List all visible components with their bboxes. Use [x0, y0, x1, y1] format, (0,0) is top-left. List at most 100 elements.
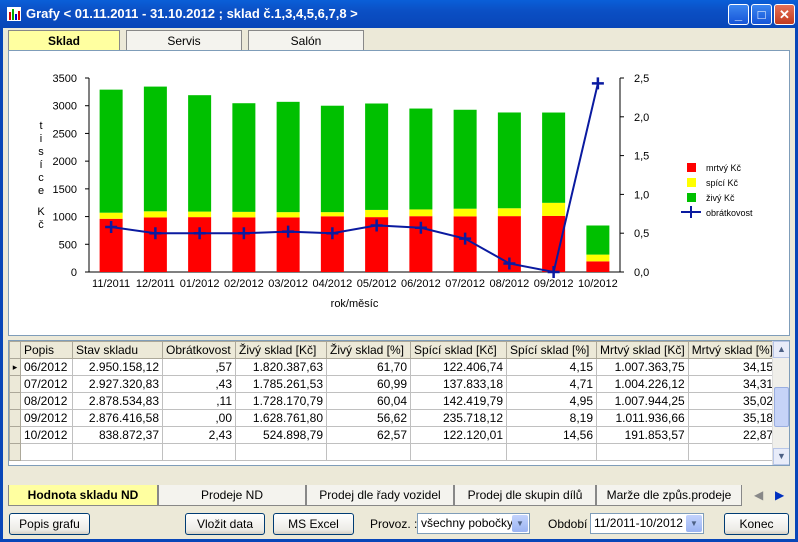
table-cell[interactable]: 137.833,18	[410, 375, 507, 393]
table-cell[interactable]: 191.853,57	[596, 426, 689, 444]
tab-hodnota-skladu[interactable]: Hodnota skladu ND	[8, 485, 158, 506]
ms-excel-button[interactable]: MS Excel	[273, 513, 354, 535]
table-row[interactable]: ▸ 06/2012 2.950.158,12,57 1.820.387,63 61,70…	[9, 358, 778, 376]
table-cell[interactable]: ,43	[162, 375, 236, 393]
table-cell[interactable]	[506, 443, 597, 461]
table-row-empty[interactable]	[9, 443, 778, 461]
table-cell[interactable]	[20, 443, 73, 461]
table-cell[interactable]: 4,95	[506, 392, 597, 410]
table-cell[interactable]: 14,56	[506, 426, 597, 444]
column-header[interactable]: Obrátkovost	[162, 341, 236, 359]
table-cell[interactable]: 1.728.170,79	[235, 392, 327, 410]
table-cell[interactable]: 1.007.944,25	[596, 392, 689, 410]
konec-button[interactable]: Konec	[724, 513, 789, 535]
row-indicator: ▸	[9, 358, 21, 376]
close-button[interactable]: ✕	[774, 4, 795, 25]
table-cell[interactable]: ,11	[162, 392, 236, 410]
tabs-right-icon[interactable]: ▶	[775, 488, 784, 502]
table-row[interactable]: 07/2012 2.927.320,83,43 1.785.261,53 60,99 1…	[9, 375, 778, 393]
provoz-select[interactable]: všechny pobočky ▼	[417, 513, 530, 534]
table-cell[interactable]: 2.876.416,58	[72, 409, 163, 427]
table-cell[interactable]: 62,57	[326, 426, 411, 444]
table-cell[interactable]: 142.419,79	[410, 392, 507, 410]
table-cell[interactable]: 1.004.226,12	[596, 375, 689, 393]
dropdown-icon[interactable]: ▼	[512, 515, 528, 532]
table-row[interactable]: 08/2012 2.878.534,83,11 1.728.170,79 60,04 1…	[9, 392, 778, 410]
scroll-up-icon[interactable]: ▲	[773, 341, 789, 358]
column-header[interactable]: Popis	[20, 341, 73, 359]
table-cell[interactable]: ,00	[162, 409, 236, 427]
table-cell[interactable]	[72, 443, 163, 461]
bar-segment	[320, 212, 344, 217]
table-cell[interactable]: 61,70	[326, 358, 411, 376]
bar-segment	[586, 225, 610, 255]
data-grid[interactable]: Popis Stav skladu Obrátkovost Živý sklad [K…	[8, 340, 790, 466]
tab-sklad[interactable]: Sklad	[8, 30, 120, 50]
minimize-button[interactable]: _	[728, 4, 749, 25]
column-header[interactable]: Živý sklad [%]	[326, 341, 411, 359]
table-cell[interactable]	[687, 443, 778, 461]
table-cell[interactable]: 06/2012	[20, 358, 73, 376]
obdobi-select[interactable]: 11/2011-10/2012 ▼	[590, 513, 704, 534]
table-cell[interactable]	[162, 443, 236, 461]
vertical-scrollbar[interactable]: ▲ ▼	[772, 341, 789, 465]
tab-prodej-rady-vozidel[interactable]: Prodej dle řady vozidel	[306, 485, 454, 506]
table-cell[interactable]: 56,62	[326, 409, 411, 427]
table-cell[interactable]: 1.007.363,75	[596, 358, 689, 376]
table-row[interactable]: 09/2012 2.876.416,58,00 1.628.761,80 56,62 2…	[9, 409, 778, 427]
table-cell[interactable]: 35,18	[687, 409, 778, 427]
table-cell[interactable]: 60,04	[326, 392, 411, 410]
table-cell[interactable]: 1.011.936,66	[596, 409, 689, 427]
scroll-down-icon[interactable]: ▼	[773, 448, 789, 465]
column-header[interactable]: Živý sklad [Kč]	[235, 341, 327, 359]
tab-servis[interactable]: Servis	[126, 30, 242, 50]
table-cell[interactable]: ,57	[162, 358, 236, 376]
table-cell[interactable]	[235, 443, 327, 461]
table-cell[interactable]: 22,87	[687, 426, 778, 444]
table-cell[interactable]: 524.898,79	[235, 426, 327, 444]
column-header[interactable]: Mrtvý sklad [%]	[687, 341, 778, 359]
tab-marze[interactable]: Marže dle způs.prodeje	[596, 485, 742, 506]
table-cell[interactable]	[9, 443, 21, 461]
column-header[interactable]: Spící sklad [%]	[506, 341, 597, 359]
table-cell[interactable]: 4,15	[506, 358, 597, 376]
table-cell[interactable]: 07/2012	[20, 375, 73, 393]
table-cell[interactable]: 8,19	[506, 409, 597, 427]
table-cell[interactable]: 10/2012	[20, 426, 73, 444]
table-cell[interactable]: 34,31	[687, 375, 778, 393]
table-cell[interactable]: 1.785.261,53	[235, 375, 327, 393]
maximize-button[interactable]: □	[751, 4, 772, 25]
dropdown-icon[interactable]: ▼	[686, 515, 702, 532]
scroll-thumb[interactable]	[774, 387, 789, 427]
table-cell[interactable]: 122.120,01	[410, 426, 507, 444]
table-row[interactable]: 10/2012 838.872,37 2,43 524.898,79 62,57 122.…	[9, 426, 778, 444]
vlozit-data-button[interactable]: Vložit data	[185, 513, 265, 535]
table-cell[interactable]: 34,15	[687, 358, 778, 376]
table-cell[interactable]	[596, 443, 689, 461]
table-cell[interactable]	[326, 443, 411, 461]
column-header[interactable]: Spící sklad [Kč]	[410, 341, 507, 359]
popis-grafu-button[interactable]: Popis grafu	[9, 513, 90, 535]
table-cell[interactable]: 2.927.320,83	[72, 375, 163, 393]
table-cell[interactable]: 35,02	[687, 392, 778, 410]
tab-prodeje-nd[interactable]: Prodeje ND	[158, 485, 306, 506]
table-cell[interactable]: 60,99	[326, 375, 411, 393]
tabs-left-icon[interactable]: ◀	[754, 488, 763, 502]
table-cell[interactable]: 122.406,74	[410, 358, 507, 376]
table-cell[interactable]: 4,71	[506, 375, 597, 393]
table-cell[interactable]	[410, 443, 507, 461]
tab-prodej-skupin-dilu[interactable]: Prodej dle skupin dílů	[454, 485, 596, 506]
column-header[interactable]: Mrtvý sklad [Kč]	[596, 341, 689, 359]
tab-salon[interactable]: Salón	[248, 30, 364, 50]
table-cell[interactable]: 1.820.387,63	[235, 358, 327, 376]
table-cell[interactable]: 09/2012	[20, 409, 73, 427]
table-cell[interactable]: 2.950.158,12	[72, 358, 163, 376]
table-cell[interactable]: 2.878.534,83	[72, 392, 163, 410]
table-header-row: Popis Stav skladu Obrátkovost Živý sklad [K…	[9, 341, 778, 359]
table-cell[interactable]: 2,43	[162, 426, 236, 444]
table-cell[interactable]: 08/2012	[20, 392, 73, 410]
table-cell[interactable]: 838.872,37	[72, 426, 163, 444]
table-cell[interactable]: 1.628.761,80	[235, 409, 327, 427]
table-cell[interactable]: 235.718,12	[410, 409, 507, 427]
column-header[interactable]: Stav skladu	[72, 341, 163, 359]
